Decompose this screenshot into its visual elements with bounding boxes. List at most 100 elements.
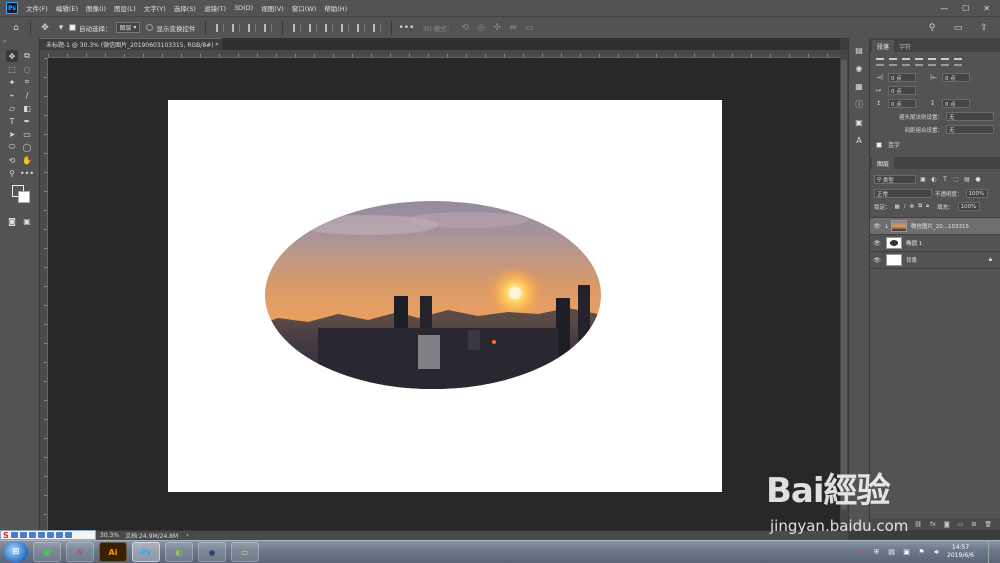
taskbar-app-green[interactable]: ◐ <box>165 542 193 562</box>
quick-mask-icon[interactable]: ◙ <box>6 215 18 227</box>
3d-pan-icon[interactable]: ✣ <box>492 23 502 33</box>
space-after-field[interactable]: 0 点 <box>942 99 970 108</box>
filter-shape-icon[interactable]: ⬚ <box>952 176 960 184</box>
layer-name[interactable]: 椭圆 1 <box>906 239 922 247</box>
move-tool-icon[interactable]: ✥ <box>6 50 18 62</box>
tray-network-icon[interactable]: ▤ <box>887 548 896 557</box>
visibility-eye-icon[interactable]: 👁︎ <box>870 223 884 230</box>
justify-last-right-icon[interactable] <box>941 58 949 66</box>
distribute-top-icon[interactable] <box>341 23 350 32</box>
chevron-down-icon[interactable]: ▾ <box>56 23 66 33</box>
document-canvas[interactable] <box>168 100 722 492</box>
lock-position-icon[interactable]: ✥ <box>910 204 915 210</box>
tab-character[interactable]: 字符 <box>894 40 916 52</box>
distribute-middle-icon[interactable] <box>357 23 366 32</box>
more-tools-icon[interactable]: ••• <box>20 167 34 179</box>
more-icon[interactable]: ••• <box>398 23 414 33</box>
ime-toolbar[interactable]: S <box>0 530 96 540</box>
auto-select-checkbox[interactable] <box>69 24 76 31</box>
marquee-tool-icon[interactable]: ⬚ <box>6 63 18 75</box>
lasso-tool-icon[interactable]: ◌ <box>21 63 33 75</box>
menu-view[interactable]: 视图(V) <box>261 3 284 13</box>
tray-flag-icon[interactable]: ⚑ <box>917 548 926 557</box>
eyedropper-icon[interactable]: ⌁ <box>6 89 18 101</box>
gradient-tool-icon[interactable]: ◧ <box>21 102 33 114</box>
layer-filter-select[interactable]: ⚲ 类型 <box>874 175 916 184</box>
layer-row[interactable]: 👁︎ 椭圆 1 <box>870 235 1000 252</box>
justify-last-center-icon[interactable] <box>928 58 936 66</box>
rectangle-tool-icon[interactable]: ▭ <box>21 128 33 140</box>
ime-mic-icon[interactable] <box>28 532 36 538</box>
filter-smart-icon[interactable]: ▤ <box>963 176 971 184</box>
ime-skin-icon[interactable] <box>55 532 63 538</box>
close-button[interactable]: ✕ <box>983 4 990 13</box>
align-top-icon[interactable] <box>264 23 273 32</box>
start-button[interactable]: ⊞ <box>4 541 28 563</box>
lock-paint-icon[interactable]: ∕ <box>904 204 906 210</box>
add-mask-icon[interactable]: ◙ <box>944 521 950 528</box>
menu-window[interactable]: 窗口(W) <box>292 3 317 13</box>
tab-layers[interactable]: 图层 <box>872 157 895 169</box>
filter-adjust-icon[interactable]: ◐ <box>930 176 938 184</box>
opacity-field[interactable]: 100% <box>965 189 988 198</box>
kinsoku-select[interactable]: 无 <box>946 112 994 121</box>
menu-help[interactable]: 帮助(H) <box>324 3 347 13</box>
color-icon[interactable]: ◉ <box>853 62 865 74</box>
tab-paragraph[interactable]: 段落 <box>872 40 895 52</box>
indent-left-field[interactable]: 0 点 <box>888 73 916 82</box>
minimize-button[interactable]: — <box>940 4 948 13</box>
align-right-icon[interactable] <box>248 23 257 32</box>
mojikumi-select[interactable]: 无 <box>946 125 994 134</box>
brush-tool-icon[interactable]: ∕ <box>21 89 33 101</box>
tray-monitor-icon[interactable]: ▣ <box>902 548 911 557</box>
hyphenate-checkbox[interactable] <box>876 141 882 148</box>
swatches-icon[interactable]: ▦ <box>853 80 865 92</box>
distribute-right-icon[interactable] <box>325 23 334 32</box>
taskbar-app-explorer[interactable]: ▭ <box>231 542 259 562</box>
info-icon[interactable]: ⓘ <box>853 98 865 110</box>
workspace[interactable] <box>48 58 840 530</box>
taskbar-app-photoshop[interactable]: Ps <box>132 542 160 562</box>
zoom-tool-icon[interactable]: ⚲ <box>6 167 18 179</box>
status-arrow-icon[interactable]: › <box>186 532 188 539</box>
distribute-left-icon[interactable] <box>293 23 302 32</box>
fill-field[interactable]: 100% <box>957 202 980 211</box>
menu-edit[interactable]: 编辑(E) <box>56 3 78 13</box>
visibility-eye-icon[interactable]: 👁︎ <box>870 240 884 247</box>
3d-slide-icon[interactable]: ⇹ <box>508 23 518 33</box>
3d-scale-icon[interactable]: ▭ <box>524 23 534 33</box>
tray-sogou-icon[interactable]: S <box>857 548 866 557</box>
properties-icon[interactable]: ▣ <box>853 116 865 128</box>
artboard-tool-icon[interactable]: ⧉ <box>21 50 33 62</box>
pen-tool-icon[interactable]: ✒ <box>21 115 33 127</box>
character-icon[interactable]: A <box>853 134 865 146</box>
layer-row[interactable]: 👁︎ ↓ 微信图片_20...103315 <box>870 218 1000 235</box>
3d-rotate-icon[interactable]: ⟲ <box>460 23 470 33</box>
fx-icon[interactable]: fx <box>930 521 936 528</box>
ime-toolbox-icon[interactable] <box>64 532 72 538</box>
taskbar-app-browser[interactable]: ◉ <box>198 542 226 562</box>
tray-shield-icon[interactable]: ⛨ <box>872 548 881 557</box>
ime-punct-icon[interactable] <box>19 532 27 538</box>
align-center-text-icon[interactable] <box>889 58 897 66</box>
history-icon[interactable]: ▤ <box>853 44 865 56</box>
link-layers-icon[interactable]: ⛓ <box>915 521 923 528</box>
search-icon[interactable]: ⚲ <box>927 23 937 33</box>
justify-all-icon[interactable] <box>954 58 962 66</box>
show-desktop-button[interactable] <box>988 541 996 563</box>
align-left-text-icon[interactable] <box>876 58 884 66</box>
lock-all-icon[interactable]: 🔒︎ <box>926 203 929 210</box>
filter-type-icon[interactable]: T <box>941 176 949 184</box>
rotate-view-icon[interactable]: ⟲ <box>6 154 18 166</box>
menu-select[interactable]: 选择(S) <box>174 3 196 13</box>
distribute-bottom-icon[interactable] <box>373 23 382 32</box>
blend-mode-select[interactable]: 正常 <box>874 189 932 198</box>
layer-name[interactable]: 微信图片_20...103315 <box>911 222 969 230</box>
align-left-icon[interactable] <box>216 23 225 32</box>
photoshop-logo-icon[interactable]: Ps <box>6 2 18 14</box>
taskbar-app-illustrator[interactable]: Ai <box>99 542 127 562</box>
menu-file[interactable]: 文件(F) <box>26 3 48 13</box>
menu-3d[interactable]: 3D(D) <box>234 4 253 12</box>
background-color-swatch[interactable] <box>18 191 30 203</box>
zoom-readout[interactable]: 30.3% <box>100 532 119 539</box>
